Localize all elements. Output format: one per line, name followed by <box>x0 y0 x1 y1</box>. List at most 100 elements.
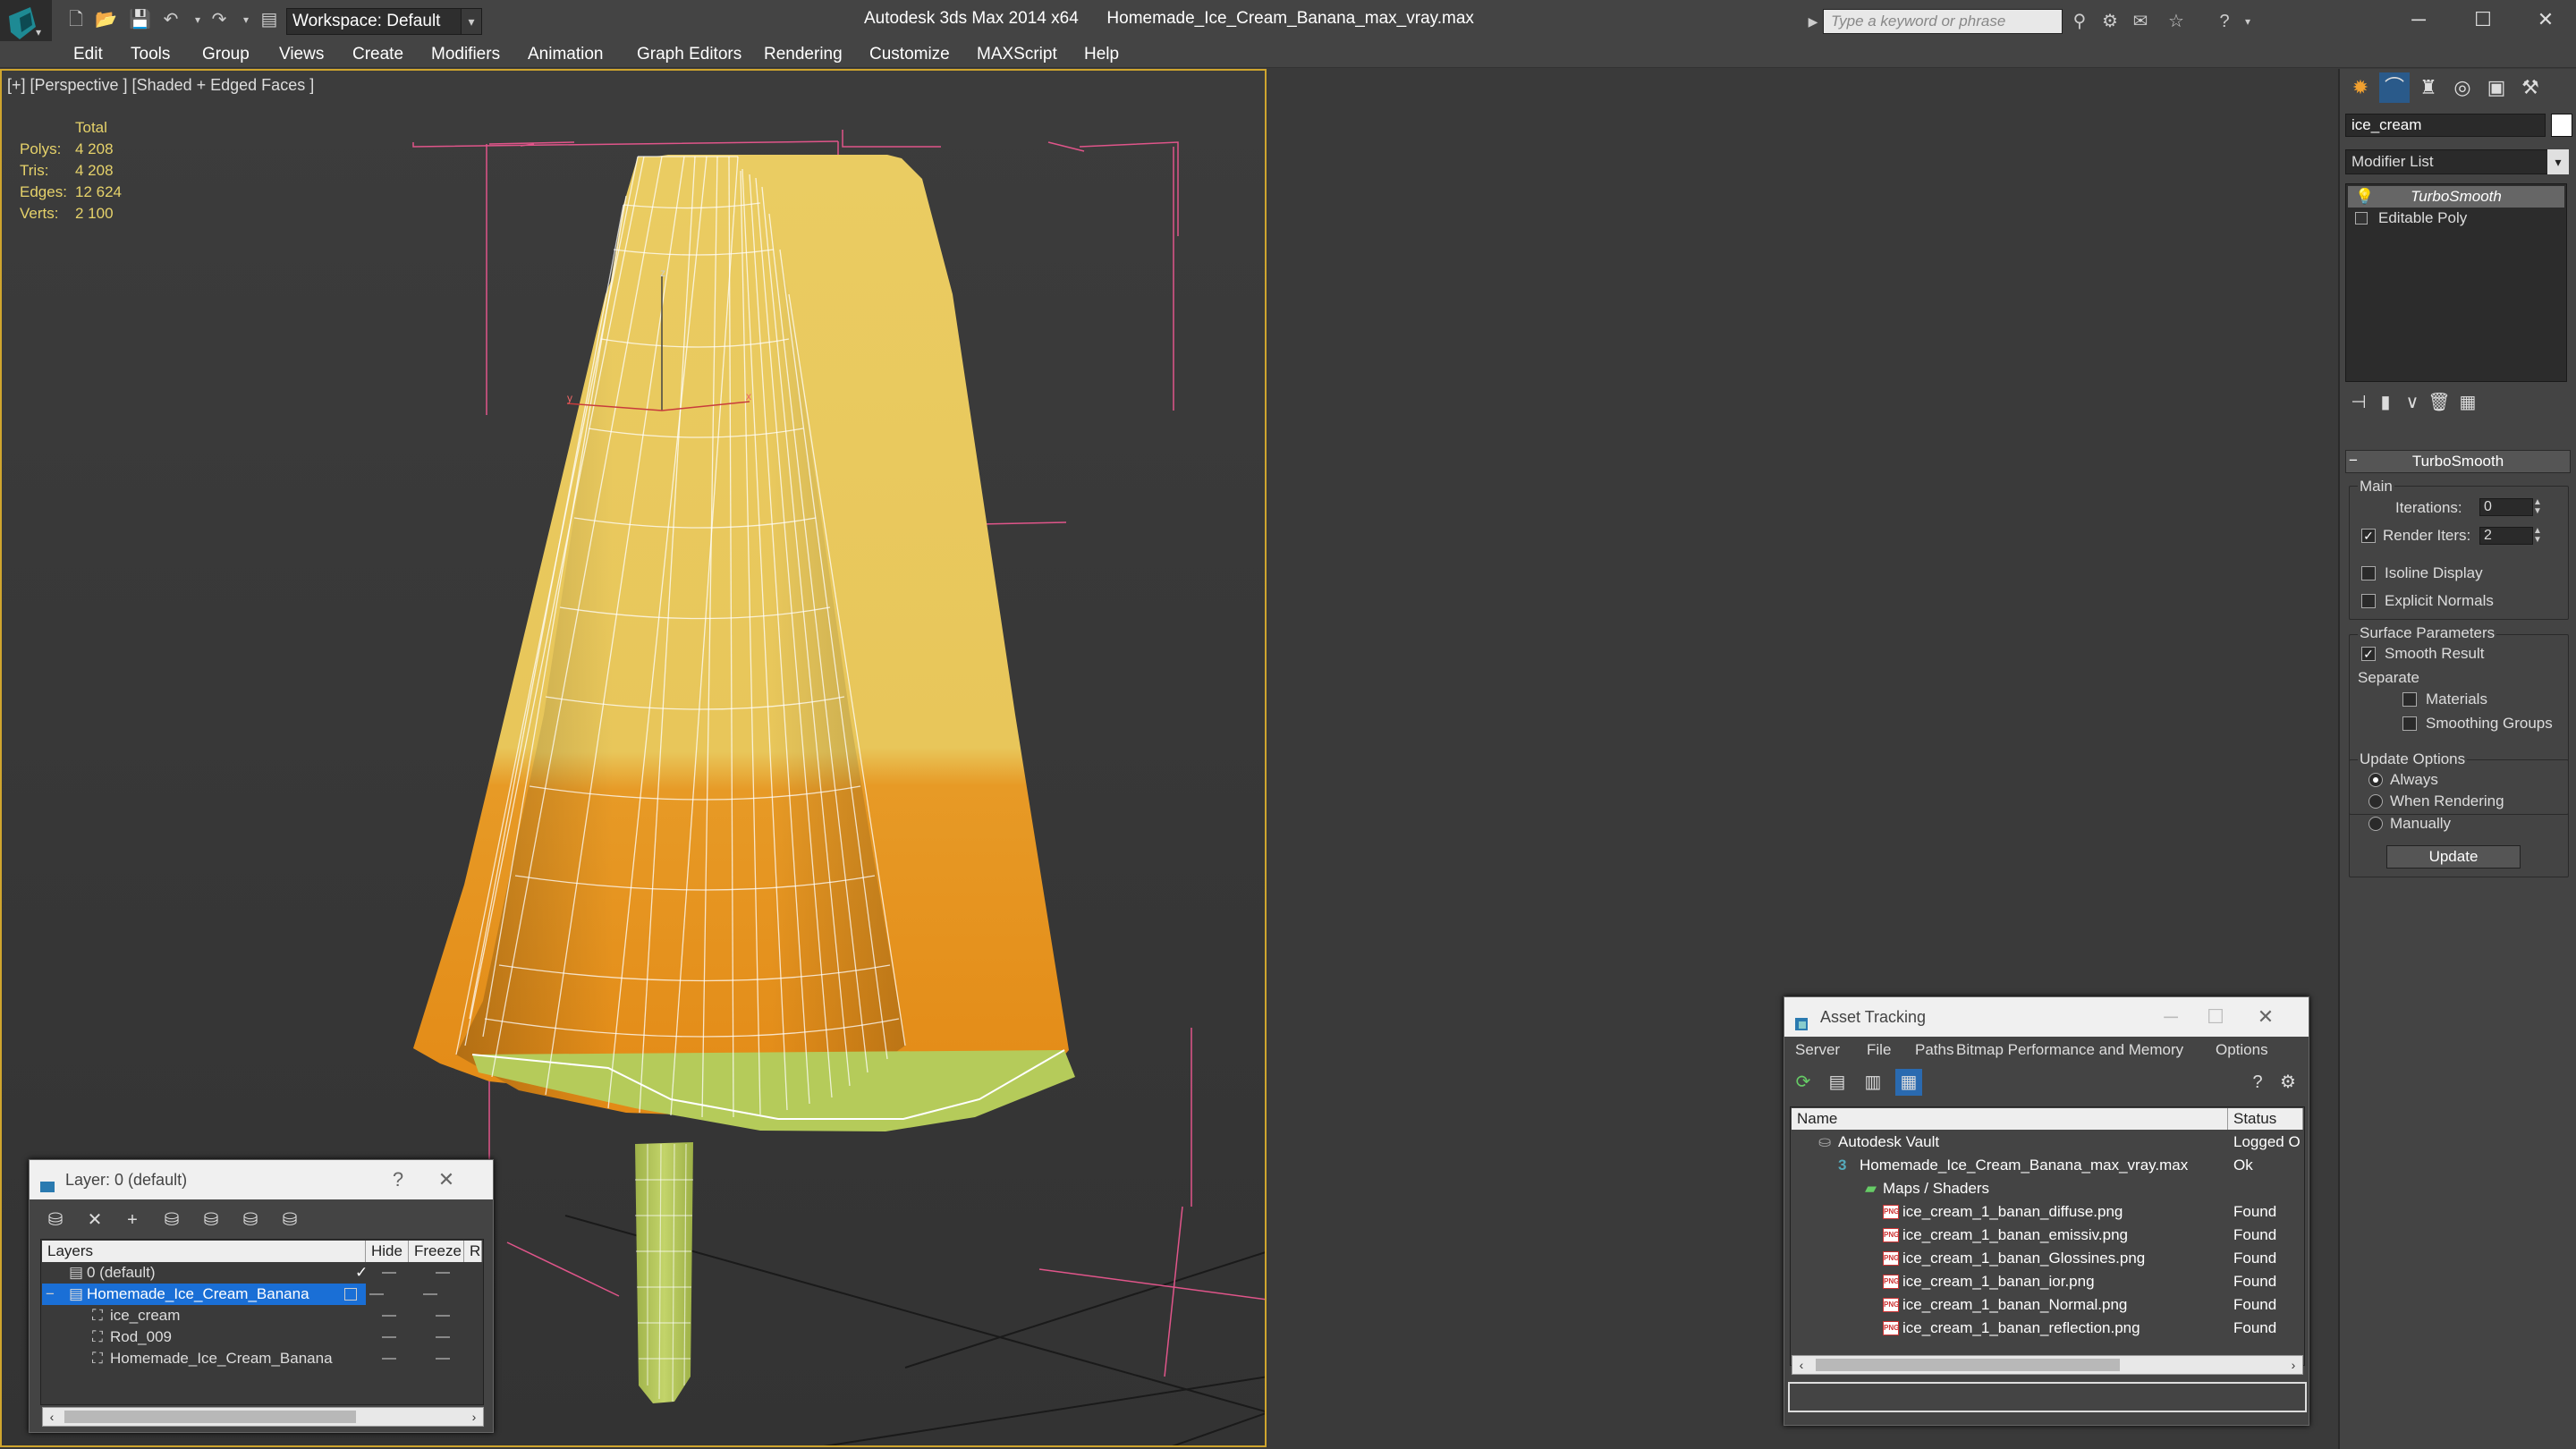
layer-row-selected[interactable]: − ▤ Homemade_Ice_Cream_Banana <box>42 1284 366 1305</box>
asset-row-texture[interactable]: PNG ice_cream_1_banan_emissiv.png Found <box>1792 1224 2303 1246</box>
asset-row-vault[interactable]: ⛀ Autodesk Vault Logged O <box>1792 1131 2303 1153</box>
project-folder-icon[interactable]: ▤ <box>259 9 279 30</box>
stack-item-editable-poly[interactable]: Editable Poly <box>2348 208 2564 229</box>
search-expand-icon[interactable]: ▶ <box>1801 9 1825 34</box>
asset-settings-icon[interactable]: ⚙ <box>2275 1069 2301 1096</box>
utilities-tab-icon[interactable]: ⚒ <box>2515 72 2546 103</box>
active-layer-check-icon[interactable]: ✓ <box>355 1262 368 1284</box>
display-tab-icon[interactable]: ▣ <box>2481 72 2512 103</box>
menu-graph-editors[interactable]: Graph Editors <box>637 43 741 66</box>
always-radio[interactable] <box>2368 773 2383 787</box>
workspace-select[interactable]: Workspace: Default <box>286 8 481 35</box>
tree-view-icon[interactable]: ▥ <box>1860 1069 1886 1096</box>
asset-menu-server[interactable]: Server <box>1795 1039 1840 1061</box>
manually-radio[interactable] <box>2368 817 2383 831</box>
asset-menu-options[interactable]: Options <box>2216 1039 2268 1061</box>
hide-all-layers-icon[interactable]: ⛁ <box>237 1207 264 1233</box>
scroll-left-icon[interactable]: ‹ <box>1792 1356 1810 1374</box>
asset-horizontal-scrollbar[interactable]: ‹ › <box>1792 1355 2303 1375</box>
undo-icon[interactable]: ↶ <box>161 9 181 30</box>
highlight-layer-icon[interactable]: ⛁ <box>198 1207 225 1233</box>
select-objects-icon[interactable]: ⛁ <box>158 1207 185 1233</box>
menu-rendering[interactable]: Rendering <box>764 43 843 66</box>
asset-help-icon[interactable]: ? <box>2244 1069 2271 1096</box>
menu-customize[interactable]: Customize <box>869 43 950 66</box>
layer-dialog-help-button[interactable]: ? <box>380 1167 416 1192</box>
scroll-left-icon[interactable]: ‹ <box>43 1408 61 1426</box>
configure-sets-icon[interactable]: ▦ <box>2454 389 2481 416</box>
rollout-collapse-icon[interactable]: − <box>2349 452 2358 470</box>
layer-object-row[interactable]: ⛶ ice_cream <box>42 1305 482 1326</box>
hierarchy-tab-icon[interactable]: ♜ <box>2413 72 2444 103</box>
name-column-header[interactable]: Name <box>1792 1108 2228 1130</box>
communication-icon[interactable]: ✉ <box>2129 9 2152 34</box>
delete-layer-icon[interactable]: ✕ <box>81 1207 108 1233</box>
render-iters-spinner[interactable]: 2 <box>2479 527 2533 545</box>
freeze-all-layers-icon[interactable]: ⛁ <box>276 1207 303 1233</box>
render-column-header[interactable]: R <box>464 1241 482 1262</box>
menu-views[interactable]: Views <box>279 43 324 66</box>
asset-row-maps[interactable]: ▰ Maps / Shaders <box>1792 1178 2303 1199</box>
layer-object-row[interactable]: ⛶ Rod_009 <box>42 1326 482 1348</box>
maximize-button[interactable]: ☐ <box>2458 5 2508 34</box>
open-file-icon[interactable]: 📂 <box>95 9 117 30</box>
hide-toggle[interactable] <box>382 1315 396 1317</box>
scrollbar-thumb[interactable] <box>1816 1359 2120 1371</box>
menu-edit[interactable]: Edit <box>73 43 103 66</box>
iterations-spin-icon[interactable]: ▲ ▼ <box>2531 498 2544 516</box>
help-icon[interactable]: ? <box>2213 9 2236 34</box>
remove-modifier-icon[interactable]: 🗑 <box>2426 389 2453 416</box>
asset-maximize-button[interactable]: ☐ <box>2198 1004 2233 1030</box>
modifier-list-dropdown-icon[interactable]: ▾ <box>2547 149 2569 174</box>
pin-stack-icon[interactable]: ⊣ <box>2345 389 2372 416</box>
freeze-toggle[interactable] <box>436 1358 450 1360</box>
status-column-header[interactable]: Status <box>2228 1108 2303 1130</box>
menu-create[interactable]: Create <box>352 43 403 66</box>
asset-menu-bitmap-performance[interactable]: Bitmap Performance and Memory <box>1956 1039 2183 1061</box>
menu-maxscript[interactable]: MAXScript <box>977 43 1057 66</box>
menu-help[interactable]: Help <box>1084 43 1119 66</box>
update-button[interactable]: Update <box>2386 845 2521 869</box>
explicit-normals-checkbox[interactable] <box>2361 594 2376 608</box>
asset-row-texture[interactable]: PNG ice_cream_1_banan_ior.png Found <box>1792 1271 2303 1292</box>
search-input[interactable]: Type a keyword or phrase <box>1823 9 2063 34</box>
freeze-toggle[interactable] <box>436 1272 450 1274</box>
binoculars-icon[interactable]: ⚲ <box>2068 9 2091 34</box>
modify-tab-icon[interactable]: ⌒ <box>2379 72 2410 103</box>
undo-dropdown-icon[interactable]: ▾ <box>188 9 208 30</box>
object-name-field[interactable]: ice_cream <box>2345 114 2546 137</box>
new-file-icon[interactable]: 🗋 <box>66 9 86 30</box>
layer-dialog-close-button[interactable]: ✕ <box>428 1167 464 1192</box>
freeze-column-header[interactable]: Freeze <box>409 1241 464 1262</box>
expand-plus-icon[interactable] <box>2355 212 2368 225</box>
save-file-icon[interactable]: 💾 <box>129 9 151 30</box>
isoline-display-checkbox[interactable] <box>2361 566 2376 580</box>
freeze-toggle[interactable] <box>436 1315 450 1317</box>
hide-toggle[interactable] <box>382 1358 396 1360</box>
freeze-toggle[interactable] <box>436 1336 450 1338</box>
freeze-toggle[interactable] <box>423 1293 437 1295</box>
turbosmooth-rollout-header[interactable]: TurboSmooth <box>2345 450 2571 473</box>
create-layer-icon[interactable]: ⛁ <box>42 1207 69 1233</box>
redo-dropdown-icon[interactable]: ▾ <box>236 9 256 30</box>
asset-menu-file[interactable]: File <box>1867 1039 1891 1061</box>
table-view-icon[interactable]: ▦ <box>1895 1069 1922 1096</box>
scroll-right-icon[interactable]: › <box>2284 1356 2302 1374</box>
hide-toggle[interactable] <box>382 1336 396 1338</box>
subscription-icon[interactable]: ⚙ <box>2098 9 2122 34</box>
modifier-list-select[interactable]: Modifier List <box>2345 149 2562 174</box>
close-button[interactable]: ✕ <box>2521 5 2571 34</box>
scroll-right-icon[interactable]: › <box>465 1408 483 1426</box>
materials-checkbox[interactable] <box>2402 692 2417 707</box>
layer-row[interactable]: ▤ 0 (default) ✓ <box>42 1262 482 1284</box>
render-iters-spin-icon[interactable]: ▲ ▼ <box>2531 527 2544 545</box>
when-rendering-radio[interactable] <box>2368 794 2383 809</box>
iterations-spinner[interactable]: 0 <box>2479 498 2533 516</box>
hide-toggle[interactable] <box>369 1293 384 1295</box>
lightbulb-icon[interactable]: 💡 <box>2355 186 2374 208</box>
create-tab-icon[interactable]: ✹ <box>2345 72 2376 103</box>
asset-path-field[interactable] <box>1788 1382 2307 1412</box>
asset-close-button[interactable]: ✕ <box>2248 1004 2284 1030</box>
asset-menu-paths[interactable]: Paths <box>1915 1039 1953 1061</box>
workspace-dropdown-icon[interactable]: ▾ <box>461 8 482 35</box>
